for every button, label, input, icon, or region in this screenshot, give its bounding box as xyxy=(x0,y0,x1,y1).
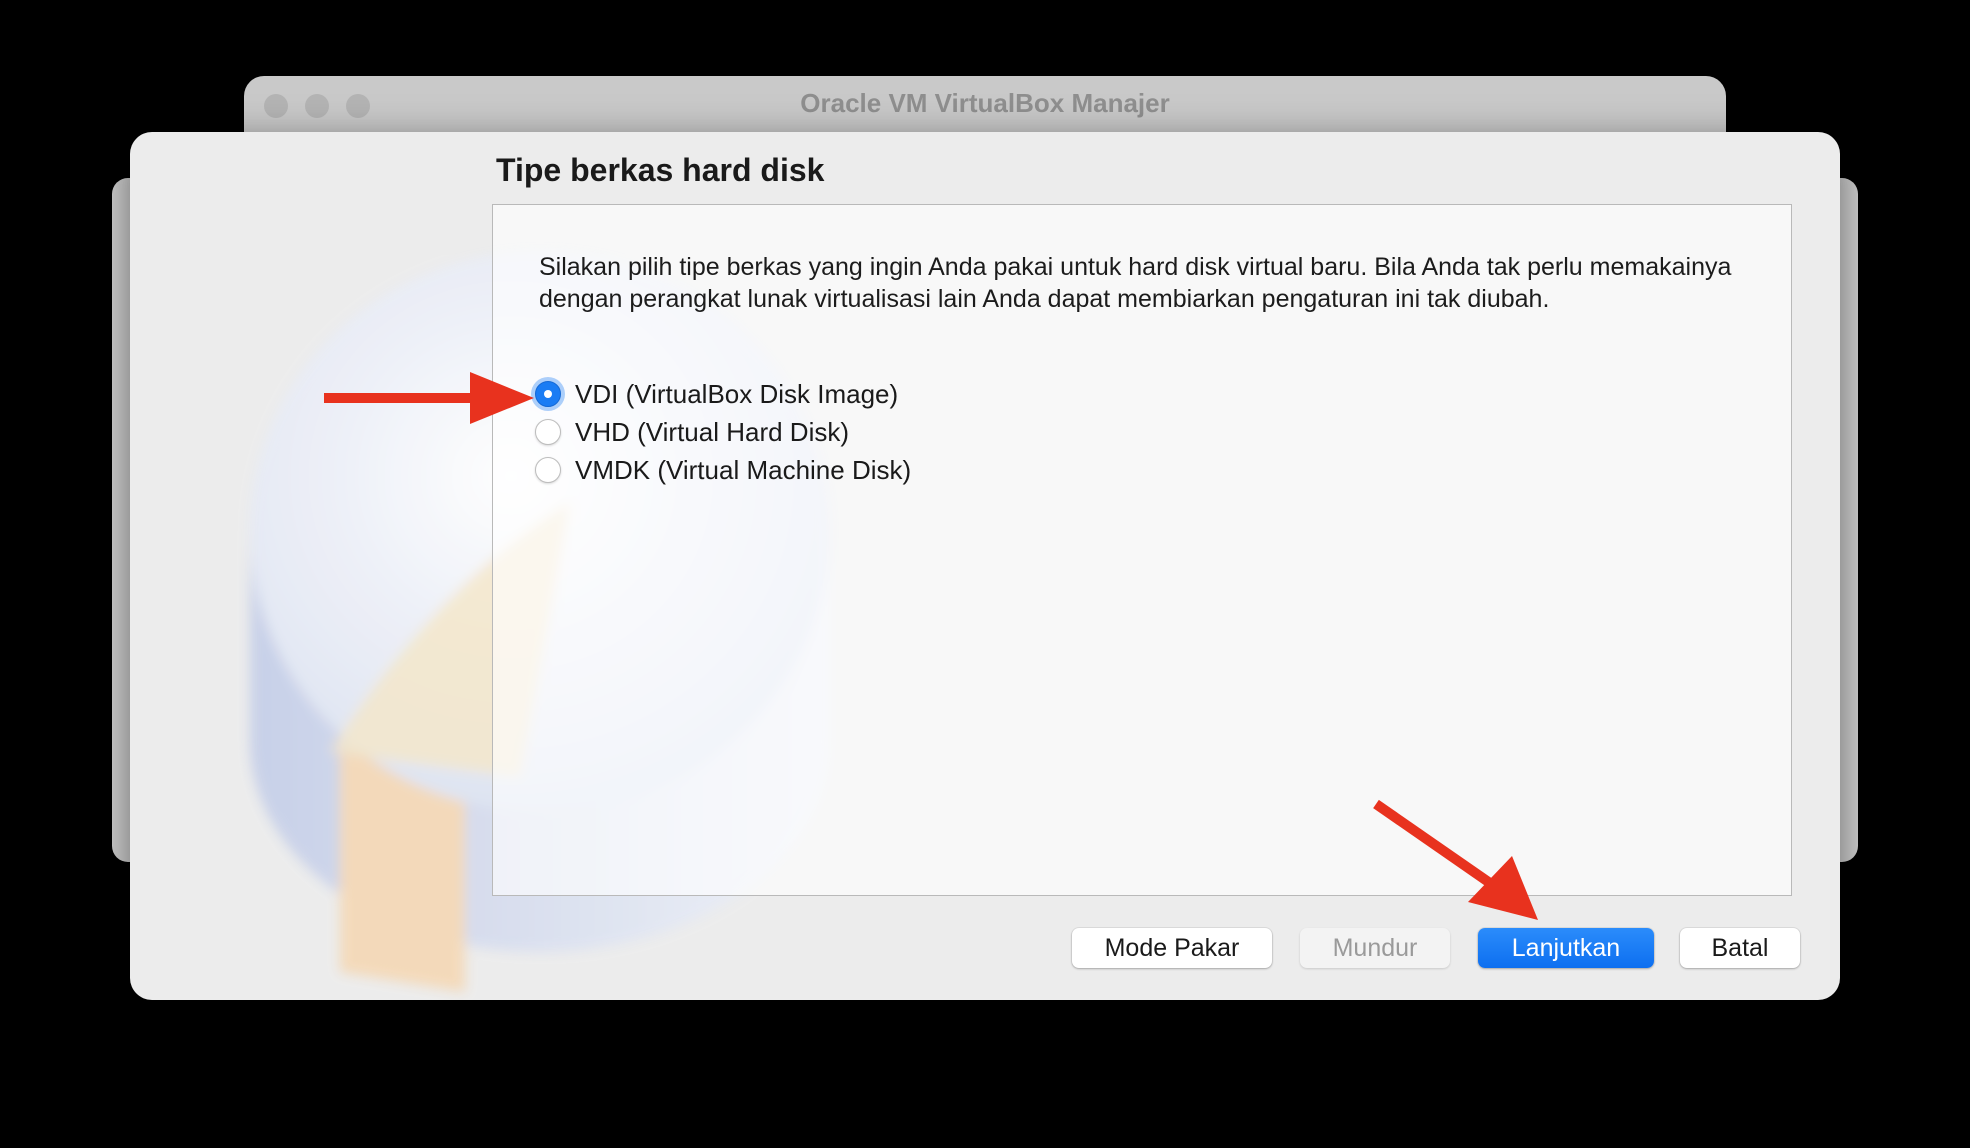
screen: Oracle VM VirtualBox Manajer Tipe berkas… xyxy=(0,0,1970,1148)
content-panel: Silakan pilih tipe berkas yang ingin And… xyxy=(492,204,1792,896)
cancel-button[interactable]: Batal xyxy=(1680,928,1800,968)
file-type-radio-group: VDI (VirtualBox Disk Image) VHD (Virtual… xyxy=(535,375,911,489)
page-title: Tipe berkas hard disk xyxy=(496,152,825,188)
back-button[interactable]: Mundur xyxy=(1300,928,1450,968)
new-disk-wizard-dialog: Tipe berkas hard disk Silakan pilih tipe… xyxy=(130,132,1840,1000)
description-text: Silakan pilih tipe berkas yang ingin And… xyxy=(539,253,1732,313)
expert-mode-button[interactable]: Mode Pakar xyxy=(1072,928,1272,968)
next-button[interactable]: Lanjutkan xyxy=(1478,928,1654,968)
vmdk-label[interactable]: VMDK (Virtual Machine Disk) xyxy=(575,455,911,486)
annotation-arrow-down-right-icon xyxy=(1373,799,1538,920)
vdi-label[interactable]: VDI (VirtualBox Disk Image) xyxy=(575,379,898,410)
option-vdi[interactable]: VDI (VirtualBox Disk Image) xyxy=(535,375,911,413)
vmdk-radio[interactable] xyxy=(535,457,561,483)
option-vhd[interactable]: VHD (Virtual Hard Disk) xyxy=(535,413,911,451)
option-vmdk[interactable]: VMDK (Virtual Machine Disk) xyxy=(535,451,911,489)
annotation-arrow-right-icon xyxy=(324,372,534,424)
window-title: Oracle VM VirtualBox Manajer xyxy=(800,88,1170,118)
vhd-label[interactable]: VHD (Virtual Hard Disk) xyxy=(575,417,849,448)
